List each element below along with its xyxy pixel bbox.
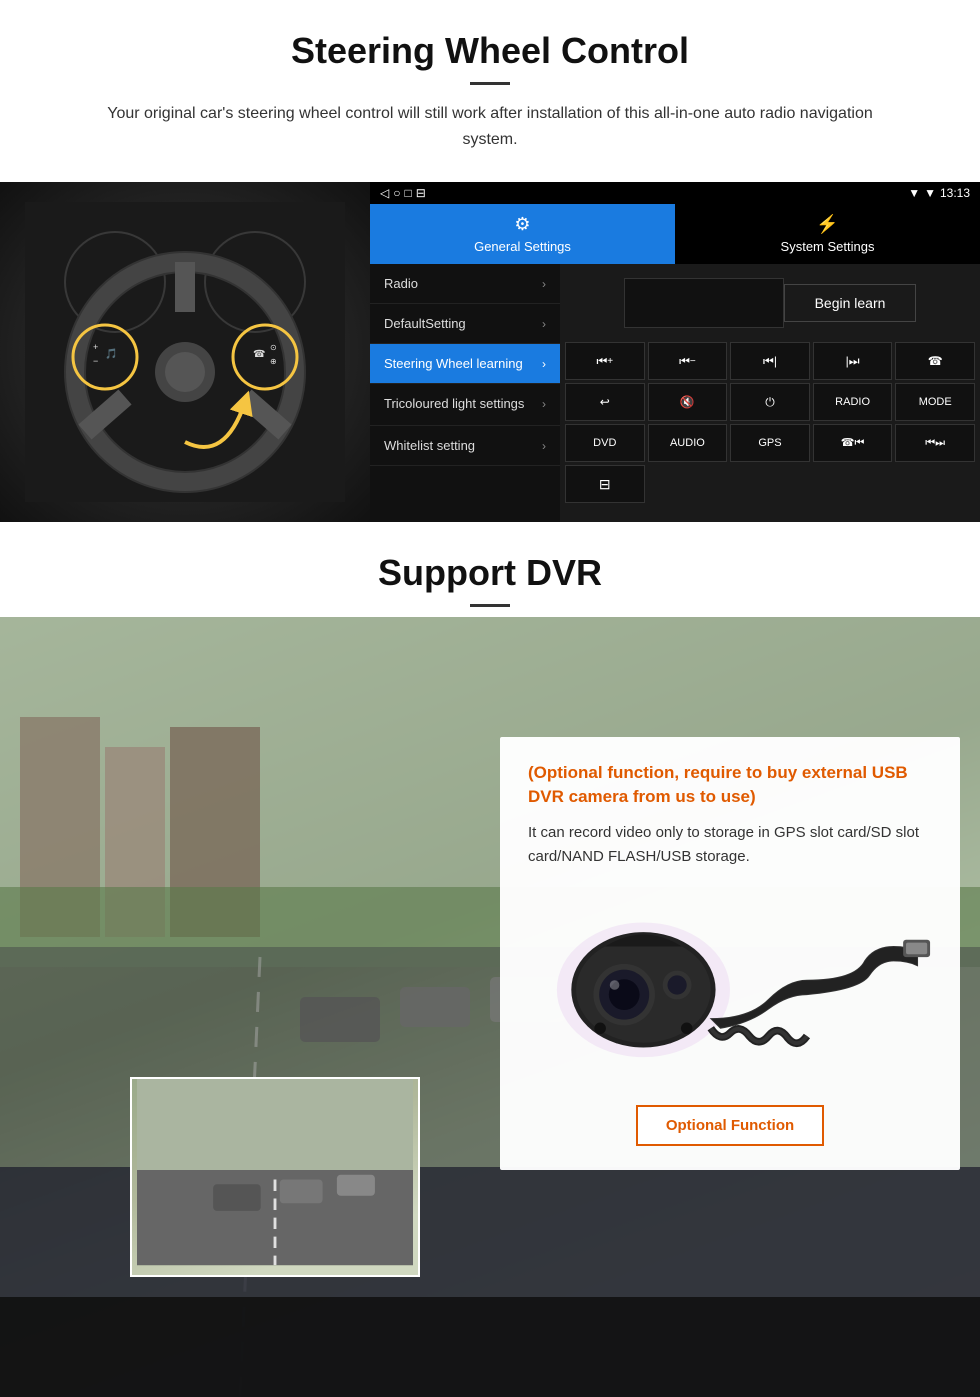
ctrl-tel-prev[interactable]: ☎⏮ (813, 424, 893, 462)
svg-text:⊙: ⊙ (270, 343, 277, 352)
ctrl-prev[interactable]: ⏮| (730, 342, 810, 380)
ctrl-vol-up[interactable]: ⏮+ (565, 342, 645, 380)
svg-text:☎: ☎ (253, 349, 265, 360)
divider1 (470, 82, 510, 85)
ctrl-next[interactable]: |⏭ (813, 342, 893, 380)
android-tabs[interactable]: ⚙ General Settings ⚡ System Settings (370, 204, 980, 264)
dvr-optional-title: (Optional function, require to buy exter… (528, 761, 932, 809)
menu-radio-label: Radio (384, 276, 418, 291)
chevron-right-icon3: › (542, 357, 546, 371)
ctrl-mute[interactable]: 🔇 (648, 383, 728, 421)
svg-text:−: − (93, 356, 98, 366)
steering-photo: + − 🎵 ☎ ⊙ ⊕ (0, 182, 370, 522)
svg-text:🎵: 🎵 (105, 348, 117, 360)
system-icon: ⚡ (816, 214, 838, 235)
dvr-thumbnail (130, 1077, 420, 1277)
chevron-right-icon: › (542, 277, 546, 291)
chevron-right-icon2: › (542, 317, 546, 331)
ctrl-radio[interactable]: RADIO (813, 383, 893, 421)
steering-container: + − 🎵 ☎ ⊙ ⊕ ◁ ○ □ (0, 182, 980, 522)
android-right-panel: Begin learn ⏮+ ⏮− ⏮| |⏭ ☎ ↩ 🔇 ⏻ RADIO MO… (560, 264, 980, 522)
svg-text:⊕: ⊕ (270, 357, 277, 366)
menu-whitelist-label: Whitelist setting (384, 438, 475, 453)
section1-title: Steering Wheel Control (20, 30, 960, 72)
svg-text:+: + (93, 342, 98, 352)
menu-default-label: DefaultSetting (384, 316, 466, 331)
optional-function-button[interactable]: Optional Function (636, 1105, 824, 1146)
tab-general-settings[interactable]: ⚙ General Settings (370, 204, 675, 264)
menu-default-setting[interactable]: DefaultSetting › (370, 304, 560, 344)
menu-radio[interactable]: Radio › (370, 264, 560, 304)
menu-steering-label: Steering Wheel learning (384, 356, 523, 371)
android-menu: Radio › DefaultSetting › Steering Wheel … (370, 264, 560, 522)
ctrl-vol-down[interactable]: ⏮− (648, 342, 728, 380)
android-ui-panel: ◁ ○ □ ⊟ ▼ ▼ 13:13 ⚙ General Settings ⚡ S… (370, 182, 980, 522)
dvr-camera-image (528, 885, 932, 1085)
menu-whitelist[interactable]: Whitelist setting › (370, 426, 560, 466)
tab-system-settings[interactable]: ⚡ System Settings (675, 204, 980, 264)
nav-menu-icon: ⊟ (416, 186, 426, 200)
wifi-icon: ▼ (924, 186, 936, 200)
control-grid: ⏮+ ⏮− ⏮| |⏭ ☎ ↩ 🔇 ⏻ RADIO MODE DVD AUDIO… (560, 342, 980, 506)
ctrl-power[interactable]: ⏻ (730, 383, 810, 421)
ctrl-phone[interactable]: ☎ (895, 342, 975, 380)
ctrl-tel-next[interactable]: ⏮⏭ (895, 424, 975, 462)
chevron-right-icon5: › (542, 439, 546, 453)
tab-general-label: General Settings (474, 239, 571, 254)
dvr-heading: Support DVR (0, 522, 980, 617)
ctrl-mode[interactable]: MODE (895, 383, 975, 421)
ctrl-dvd[interactable]: DVD (565, 424, 645, 462)
menu-tricolour-label: Tricoloured light settings (384, 396, 524, 413)
dvr-bg: (Optional function, require to buy exter… (0, 617, 980, 1397)
section1-heading: Steering Wheel Control Your original car… (0, 0, 980, 162)
menu-steering-learning[interactable]: Steering Wheel learning › (370, 344, 560, 384)
android-content: Radio › DefaultSetting › Steering Wheel … (370, 264, 980, 522)
android-statusbar: ◁ ○ □ ⊟ ▼ ▼ 13:13 (370, 182, 980, 204)
menu-tricolour[interactable]: Tricoloured light settings › (370, 384, 560, 426)
section1-description: Your original car's steering wheel contr… (80, 101, 900, 152)
ctrl-gps[interactable]: GPS (730, 424, 810, 462)
dvr-title: Support DVR (20, 552, 960, 594)
settings-icon: ⚙ (514, 214, 530, 235)
nav-back-icon: ◁ (380, 186, 389, 200)
divider2 (470, 604, 510, 607)
time-display: 13:13 (940, 186, 970, 200)
dvr-description: It can record video only to storage in G… (528, 821, 932, 869)
nav-square-icon: □ (404, 186, 411, 200)
tab-system-label: System Settings (781, 239, 875, 254)
ctrl-extra[interactable]: ⊟ (565, 465, 645, 503)
chevron-right-icon4: › (542, 397, 546, 413)
dvr-info-box: (Optional function, require to buy exter… (500, 737, 960, 1170)
nav-home-icon: ○ (393, 186, 400, 200)
begin-learn-row: Begin learn (560, 264, 980, 342)
begin-learn-button[interactable]: Begin learn (784, 284, 917, 322)
ctrl-back[interactable]: ↩ (565, 383, 645, 421)
ctrl-audio[interactable]: AUDIO (648, 424, 728, 462)
section2: Support DVR (0, 522, 980, 1397)
signal-icon: ▼ (908, 186, 920, 200)
